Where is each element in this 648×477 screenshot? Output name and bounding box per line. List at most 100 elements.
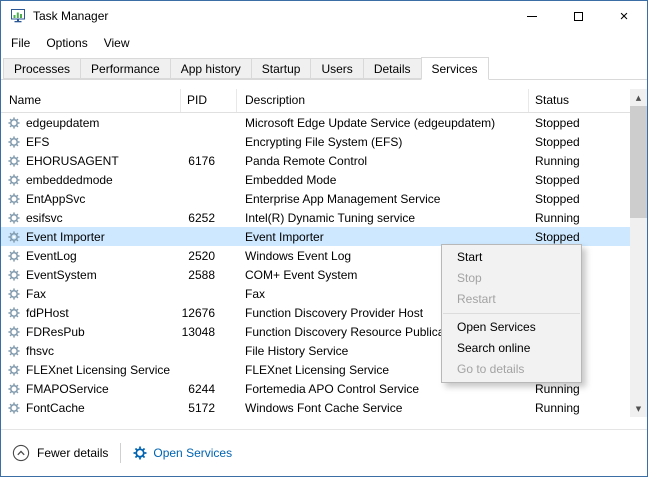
tab-users[interactable]: Users — [310, 58, 363, 79]
service-gear-icon — [8, 326, 20, 338]
service-description-cell: Encrypting File System (EFS) — [237, 135, 529, 149]
service-gear-icon — [8, 155, 20, 167]
service-name-cell: EFS — [1, 135, 181, 149]
service-status-cell: Running — [529, 154, 630, 168]
fewer-details-button[interactable]: Fewer details — [12, 444, 108, 462]
service-name-cell: fdPHost — [1, 306, 181, 320]
column-header-desc[interactable]: Description — [237, 89, 529, 112]
service-gear-icon — [8, 193, 20, 205]
maximize-icon — [574, 12, 583, 21]
tab-services[interactable]: Services — [421, 57, 489, 80]
service-name-cell: Event Importer — [1, 230, 181, 244]
context-menu-item-search-online[interactable]: Search online — [442, 338, 581, 359]
service-name-cell: FDResPub — [1, 325, 181, 339]
chevron-up-circle-icon — [12, 444, 30, 462]
service-row-fontcache[interactable]: FontCache5172Windows Font Cache ServiceR… — [1, 398, 630, 417]
column-header-name[interactable]: Name — [1, 89, 181, 112]
service-status-cell: Stopped — [529, 135, 630, 149]
service-row-esifsvc[interactable]: esifsvc6252Intel(R) Dynamic Tuning servi… — [1, 208, 630, 227]
context-menu-item-stop: Stop — [442, 268, 581, 289]
service-pid-cell: 5172 — [181, 401, 237, 415]
table-header: NamePIDDescriptionStatus — [1, 89, 630, 113]
service-gear-icon — [8, 383, 20, 395]
menubar: FileOptionsView — [1, 32, 138, 53]
context-menu-item-restart: Restart — [442, 289, 581, 310]
service-name-cell: FMAPOService — [1, 382, 181, 396]
task-manager-window: Task Manager × FileOptionsView Processes… — [0, 0, 648, 477]
service-description-cell: Windows Font Cache Service — [237, 401, 529, 415]
service-description-cell: Microsoft Edge Update Service (edgeupdat… — [237, 116, 529, 130]
service-name-cell: EventLog — [1, 249, 181, 263]
service-status-cell: Stopped — [529, 116, 630, 130]
tab-details[interactable]: Details — [363, 58, 422, 79]
service-name-cell: FLEXnet Licensing Service — [1, 363, 181, 377]
context-menu: StartStopRestart Open ServicesSearch onli… — [441, 244, 582, 383]
minimize-button[interactable] — [509, 1, 555, 31]
service-row-embeddedmode[interactable]: embeddedmode Embedded ModeStopped — [1, 170, 630, 189]
service-gear-icon — [8, 288, 20, 300]
service-status-cell: Stopped — [529, 173, 630, 187]
tab-strip: ProcessesPerformanceApp historyStartupUs… — [1, 57, 647, 80]
service-status-cell: Running — [529, 382, 630, 396]
context-menu-item-start[interactable]: Start — [442, 247, 581, 268]
service-name-cell: Fax — [1, 287, 181, 301]
close-icon: × — [620, 9, 629, 24]
context-menu-item-open-services[interactable]: Open Services — [442, 317, 581, 338]
service-pid-cell: 6252 — [181, 211, 237, 225]
task-manager-app-icon — [10, 8, 26, 24]
maximize-button[interactable] — [555, 1, 601, 31]
service-description-cell: Event Importer — [237, 230, 529, 244]
service-gear-icon — [8, 231, 20, 243]
tab-performance[interactable]: Performance — [80, 58, 171, 79]
service-name-cell: esifsvc — [1, 211, 181, 225]
service-description-cell: Enterprise App Management Service — [237, 192, 529, 206]
menu-view[interactable]: View — [96, 33, 138, 53]
open-services-link[interactable]: Open Services — [133, 446, 232, 460]
close-button[interactable]: × — [601, 1, 647, 31]
column-header-pid[interactable]: PID — [181, 89, 237, 112]
window-controls: × — [509, 1, 647, 31]
menu-file[interactable]: File — [3, 33, 38, 53]
scrollbar-down-arrow-icon[interactable]: ▼ — [630, 400, 647, 417]
service-pid-cell: 13048 — [181, 325, 237, 339]
service-row-efs[interactable]: EFS Encrypting File System (EFS)Stopped — [1, 132, 630, 151]
vertical-scrollbar[interactable]: ▲ ▼ — [630, 89, 647, 417]
service-gear-icon — [8, 117, 20, 129]
service-gear-icon — [8, 250, 20, 262]
service-pid-cell: 12676 — [181, 306, 237, 320]
service-row-edgeupdatem[interactable]: edgeupdatemMicrosoft Edge Update Service… — [1, 113, 630, 132]
service-description-cell: Panda Remote Control — [237, 154, 529, 168]
open-services-label: Open Services — [153, 446, 232, 460]
scrollbar-up-arrow-icon[interactable]: ▲ — [630, 89, 647, 106]
minimize-icon — [527, 16, 537, 17]
scrollbar-thumb[interactable] — [630, 106, 647, 218]
service-status-cell: Stopped — [529, 192, 630, 206]
service-row-ehorusagent[interactable]: EHORUSAGENT6176Panda Remote ControlRunni… — [1, 151, 630, 170]
service-name-cell: EventSystem — [1, 268, 181, 282]
service-gear-icon — [8, 402, 20, 414]
tab-processes[interactable]: Processes — [3, 58, 81, 79]
service-gear-icon — [8, 174, 20, 186]
tab-startup[interactable]: Startup — [251, 58, 312, 79]
footer-divider — [120, 443, 121, 463]
service-name-cell: EHORUSAGENT — [1, 154, 181, 168]
tab-app-history[interactable]: App history — [170, 58, 252, 79]
column-header-status[interactable]: Status — [529, 89, 630, 112]
footer-bar: Fewer details Open Services — [1, 429, 647, 476]
service-name-cell: fhsvc — [1, 344, 181, 358]
service-gear-icon — [8, 345, 20, 357]
service-gear-icon — [8, 307, 20, 319]
service-description-cell: Embedded Mode — [237, 173, 529, 187]
menu-options[interactable]: Options — [38, 33, 95, 53]
service-status-cell: Running — [529, 401, 630, 415]
context-menu-item-go-to-details: Go to details — [442, 359, 581, 380]
fewer-details-label: Fewer details — [37, 446, 108, 460]
context-menu-separator — [443, 313, 580, 314]
service-name-cell: EntAppSvc — [1, 192, 181, 206]
service-name-cell: FontCache — [1, 401, 181, 415]
service-row-entappsvc[interactable]: EntAppSvc Enterprise App Management Servi… — [1, 189, 630, 208]
service-gear-icon — [8, 136, 20, 148]
window-title: Task Manager — [33, 9, 108, 23]
service-name-cell: embeddedmode — [1, 173, 181, 187]
service-gear-icon — [8, 212, 20, 224]
